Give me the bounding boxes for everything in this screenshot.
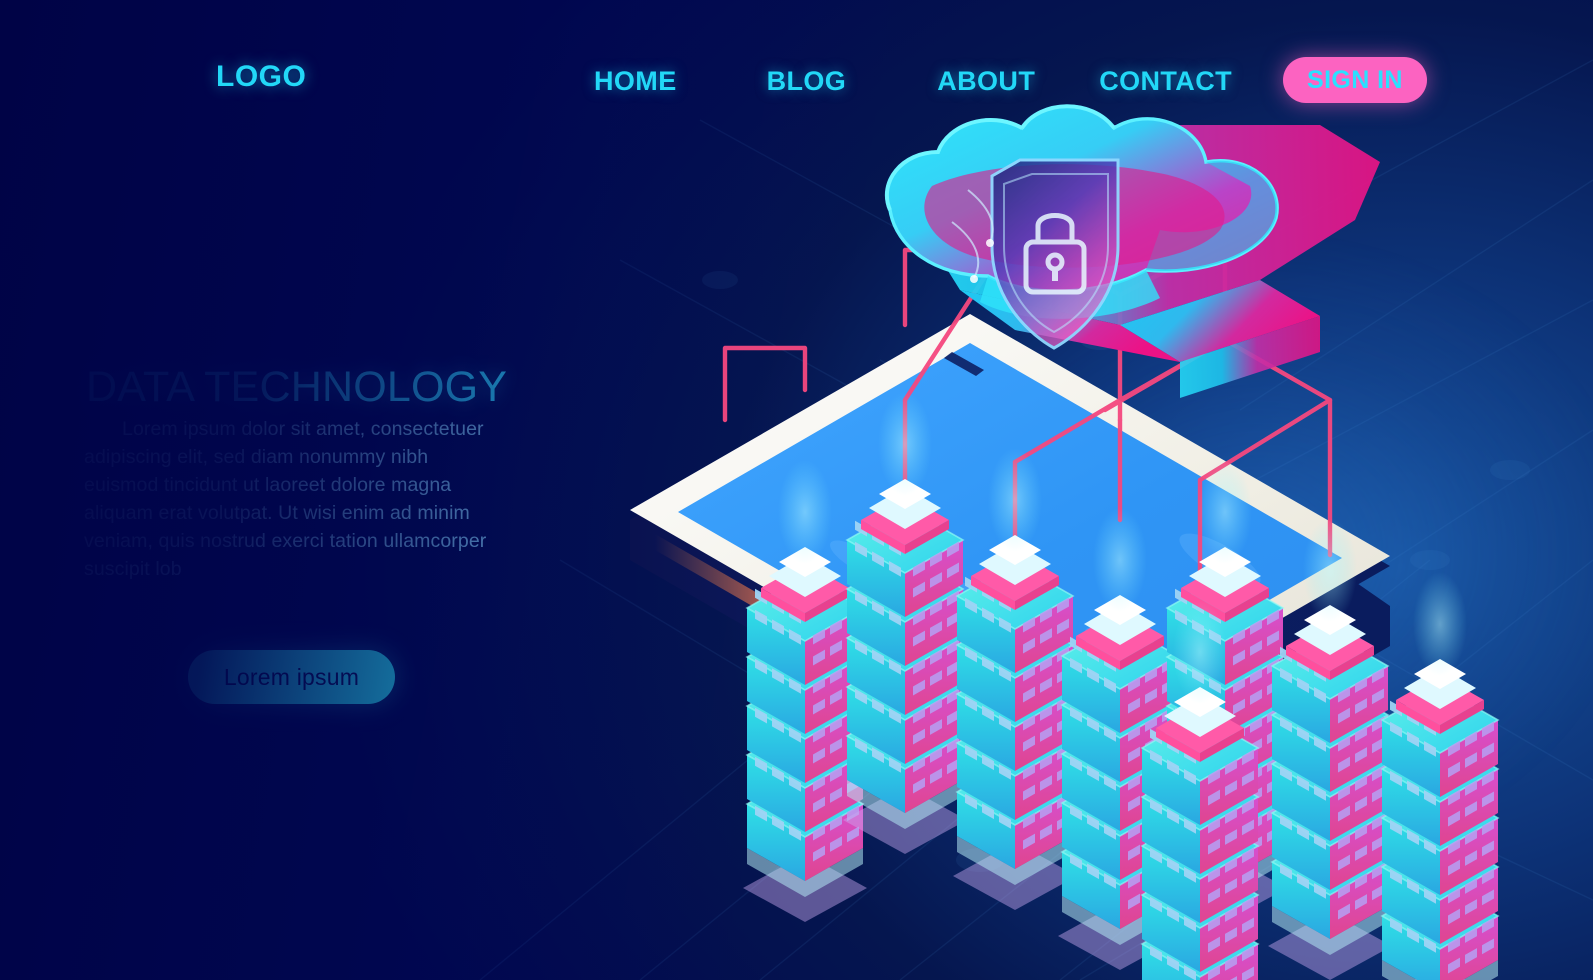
nav-link-contact[interactable]: CONTACT: [1099, 66, 1232, 97]
nav-link-blog[interactable]: BLOG: [767, 66, 847, 97]
hero-illustration: [560, 90, 1503, 980]
nav-link-home[interactable]: HOME: [594, 66, 677, 97]
sign-in-button[interactable]: SIGN IN: [1283, 57, 1427, 103]
nav-links: HOME BLOG ABOUT CONTACT SIGN IN: [594, 57, 1427, 103]
site-logo[interactable]: LOGO: [216, 60, 306, 94]
page-title: DATA TECHNOLOGY: [86, 363, 508, 411]
top-navigation: LOGO HOME BLOG ABOUT CONTACT SIGN IN: [0, 0, 1593, 150]
hero-paragraph: Lorem ipsum dolor sit amet, consectetuer…: [84, 418, 487, 581]
nav-link-about[interactable]: ABOUT: [937, 66, 1035, 97]
page-background: LOGO HOME BLOG ABOUT CONTACT SIGN IN DAT…: [0, 0, 1593, 980]
cta-button[interactable]: Lorem ipsum: [188, 650, 395, 704]
